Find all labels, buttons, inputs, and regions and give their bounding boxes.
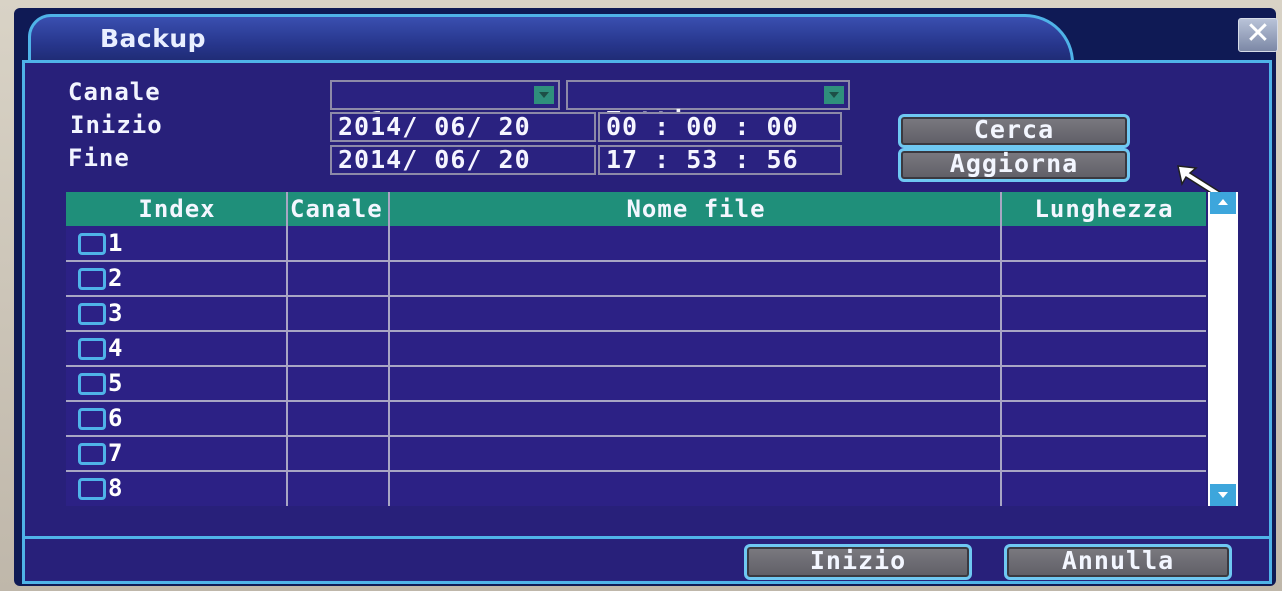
row-checkbox[interactable] bbox=[78, 478, 106, 500]
column-header-channel: Canale bbox=[290, 195, 383, 223]
scroll-up-icon[interactable] bbox=[1210, 192, 1236, 214]
channel-select[interactable]: 1 bbox=[330, 80, 560, 134]
table-row[interactable]: 1 bbox=[66, 227, 286, 261]
search-button[interactable]: Cerca bbox=[898, 114, 1130, 148]
column-header-index: Index bbox=[138, 195, 216, 223]
grid-line bbox=[286, 192, 288, 506]
row-index: 1 bbox=[108, 229, 123, 257]
row-checkbox[interactable] bbox=[78, 373, 106, 395]
column-header-length: Lunghezza bbox=[1034, 195, 1174, 223]
dialog-title: Backup bbox=[100, 24, 207, 53]
row-checkbox[interactable] bbox=[78, 268, 106, 290]
file-table: Index Canale Nome file Lunghezza 1 2 3 4… bbox=[66, 192, 1206, 506]
row-index: 8 bbox=[108, 474, 123, 502]
row-index: 3 bbox=[108, 299, 123, 327]
row-checkbox[interactable] bbox=[78, 233, 106, 255]
grid-line bbox=[388, 192, 390, 506]
chevron-down-icon[interactable] bbox=[534, 86, 554, 104]
channel-label: Canale bbox=[68, 78, 161, 106]
row-index: 2 bbox=[108, 264, 123, 292]
row-checkbox[interactable] bbox=[78, 408, 106, 430]
start-backup-button[interactable]: Inizio bbox=[744, 544, 972, 580]
grid-line bbox=[1000, 192, 1002, 506]
footer-divider bbox=[22, 536, 1272, 539]
scroll-down-icon[interactable] bbox=[1210, 484, 1236, 506]
table-row[interactable]: 5 bbox=[66, 367, 286, 401]
start-label: Inizio bbox=[70, 111, 163, 139]
table-row[interactable]: 7 bbox=[66, 437, 286, 471]
table-header: Index Canale Nome file Lunghezza bbox=[66, 192, 1206, 226]
end-date-field[interactable]: 2014/ 06/ 20 bbox=[330, 145, 596, 175]
row-index: 7 bbox=[108, 439, 123, 467]
start-time-field[interactable]: 00 : 00 : 00 bbox=[598, 112, 842, 142]
row-checkbox[interactable] bbox=[78, 303, 106, 325]
record-type-select[interactable]: Tutti bbox=[566, 80, 850, 134]
table-row[interactable]: 4 bbox=[66, 332, 286, 366]
table-row[interactable]: 3 bbox=[66, 297, 286, 331]
cancel-button[interactable]: Annulla bbox=[1004, 544, 1232, 580]
table-row[interactable]: 8 bbox=[66, 472, 286, 506]
end-time-field[interactable]: 17 : 53 : 56 bbox=[598, 145, 842, 175]
table-row[interactable]: 2 bbox=[66, 262, 286, 296]
row-index: 5 bbox=[108, 369, 123, 397]
start-date-field[interactable]: 2014/ 06/ 20 bbox=[330, 112, 596, 142]
table-row[interactable]: 6 bbox=[66, 402, 286, 436]
row-index: 6 bbox=[108, 404, 123, 432]
end-label: Fine bbox=[68, 144, 130, 172]
refresh-button[interactable]: Aggiorna bbox=[898, 148, 1130, 182]
row-checkbox[interactable] bbox=[78, 338, 106, 360]
column-header-filename: Nome file bbox=[626, 195, 766, 223]
chevron-down-icon[interactable] bbox=[824, 86, 844, 104]
close-icon[interactable]: ✕ bbox=[1238, 18, 1278, 52]
row-index: 4 bbox=[108, 334, 123, 362]
table-scrollbar[interactable] bbox=[1208, 192, 1238, 506]
row-checkbox[interactable] bbox=[78, 443, 106, 465]
